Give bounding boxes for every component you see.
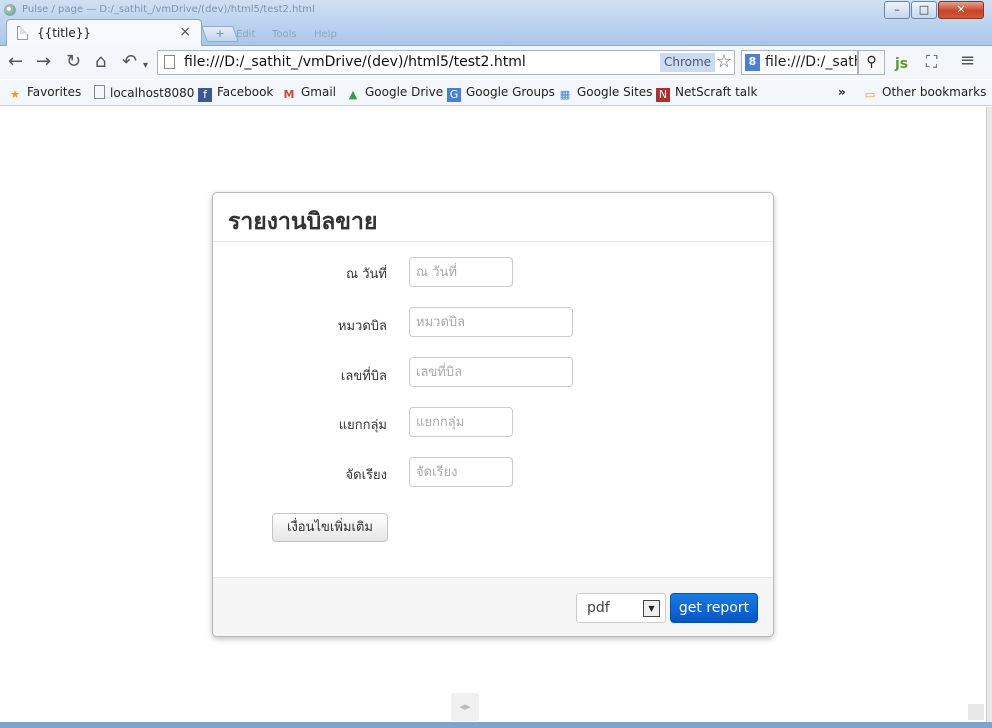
- category-field[interactable]: [409, 307, 573, 337]
- forward-icon[interactable]: →: [36, 52, 51, 72]
- ghost-menu-item: Tools: [272, 29, 297, 40]
- bookmarks-overflow-button[interactable]: »: [838, 85, 846, 99]
- facebook-icon: f: [198, 88, 212, 102]
- address-bar[interactable]: file:///D:/_sathit_/vmDrive/(dev)/html5/…: [157, 50, 735, 75]
- search-query[interactable]: file:///D:/_sathit_/vm: [765, 54, 857, 70]
- sort-label: จัดเรียง: [345, 468, 387, 483]
- star-icon: ★: [10, 88, 20, 101]
- group-field[interactable]: [409, 407, 513, 437]
- back-icon[interactable]: ←: [8, 52, 23, 72]
- folder-icon: ▭: [864, 88, 876, 101]
- minimize-button[interactable]: –: [884, 1, 910, 19]
- format-select[interactable]: pdf ▼: [576, 593, 666, 623]
- browser-tab[interactable]: {{title}} ×: [6, 19, 202, 47]
- extension-js-icon[interactable]: js: [895, 54, 908, 74]
- page-icon: [17, 26, 28, 40]
- divider: [213, 241, 773, 242]
- sort-field[interactable]: [409, 457, 513, 487]
- window-bottom-border: [0, 722, 992, 728]
- form-title: รายงานบิลขาย: [228, 209, 378, 235]
- new-tab-button[interactable]: +: [201, 26, 239, 42]
- chevron-down-icon[interactable]: ▼: [643, 600, 660, 617]
- bookmark-facebook[interactable]: f Facebook: [198, 85, 273, 102]
- menu-icon[interactable]: ≡: [960, 51, 975, 71]
- more-conditions-button[interactable]: เงื่อนไขเพิ่มเติม: [272, 513, 388, 542]
- groups-icon: G: [447, 88, 461, 102]
- search-icon[interactable]: ⚲: [858, 50, 885, 75]
- resize-handle-icon[interactable]: ◂▸: [451, 693, 479, 721]
- undo-icon[interactable]: ↶: [122, 52, 137, 72]
- page-icon: [94, 85, 105, 99]
- category-label: หมวดบิล: [337, 319, 387, 334]
- drive-icon: ▲: [348, 88, 358, 101]
- sites-icon: ▦: [559, 88, 571, 101]
- gmail-icon: M: [283, 88, 295, 101]
- search-input[interactable]: 8 file:///D:/_sathit_/vm: [741, 50, 858, 75]
- bill-number-label: เลขที่บิล: [340, 369, 387, 384]
- bookmarks-bar: ★ Favorites localhost8080 f Facebook M Gmai…: [0, 80, 992, 106]
- ghost-menu-item: Edit: [236, 29, 256, 40]
- report-form-panel: รายงานบิลขาย ณ วันที่ หมวดบิล เลขที่บิล …: [212, 192, 774, 637]
- home-icon[interactable]: ⌂: [95, 52, 106, 72]
- app-icon: [4, 4, 16, 16]
- format-value: pdf: [587, 600, 610, 616]
- search-engine-icon: 8: [745, 54, 760, 71]
- ghost-menu-item: Help: [314, 29, 337, 40]
- url-text[interactable]: file:///D:/_sathit_/vmDrive/(dev)/html5/…: [184, 54, 526, 70]
- bookmark-favorites[interactable]: ★ Favorites: [8, 85, 81, 102]
- bookmark-other[interactable]: ▭ Other bookmarks: [863, 85, 987, 102]
- group-label: แยกกลุ่ม: [338, 418, 387, 433]
- window-controls: – □ ✕: [883, 1, 984, 19]
- bookmark-localhost[interactable]: localhost8080: [94, 85, 194, 100]
- page-icon: [164, 55, 175, 69]
- bookmark-google-groups[interactable]: G Google Groups: [447, 85, 555, 102]
- close-tab-icon[interactable]: ×: [179, 24, 191, 40]
- date-label: ณ วันที่: [346, 267, 387, 282]
- chevron-down-icon[interactable]: ▾: [143, 56, 148, 76]
- maximize-button[interactable]: □: [911, 1, 937, 19]
- close-window-button[interactable]: ✕: [938, 1, 984, 19]
- bookmark-google-drive[interactable]: ▲ Google Drive: [346, 85, 443, 102]
- star-icon[interactable]: ☆: [716, 51, 732, 72]
- date-field[interactable]: [409, 257, 513, 287]
- bookmark-google-sites[interactable]: ▦ Google Sites: [558, 85, 653, 102]
- tab-title: {{title}}: [37, 26, 91, 40]
- window-title: Pulse / page — D:/_sathit_/vmDrive/(dev)…: [22, 4, 315, 15]
- vertical-scrollbar[interactable]: [986, 107, 992, 722]
- bill-number-field[interactable]: [409, 357, 573, 387]
- scroll-corner: [968, 704, 984, 720]
- reload-icon[interactable]: ↻: [66, 52, 81, 72]
- get-report-button[interactable]: get report: [670, 593, 758, 623]
- form-footer: pdf ▼ get report: [213, 577, 773, 636]
- netscraft-icon: N: [656, 88, 670, 102]
- bookmark-gmail[interactable]: M Gmail: [282, 85, 337, 102]
- fullscreen-icon[interactable]: ⛶: [926, 52, 937, 72]
- bookmark-netscraft[interactable]: N NetScraft talk: [656, 85, 757, 102]
- chrome-badge: Chrome: [660, 53, 716, 72]
- plus-icon: +: [215, 27, 225, 40]
